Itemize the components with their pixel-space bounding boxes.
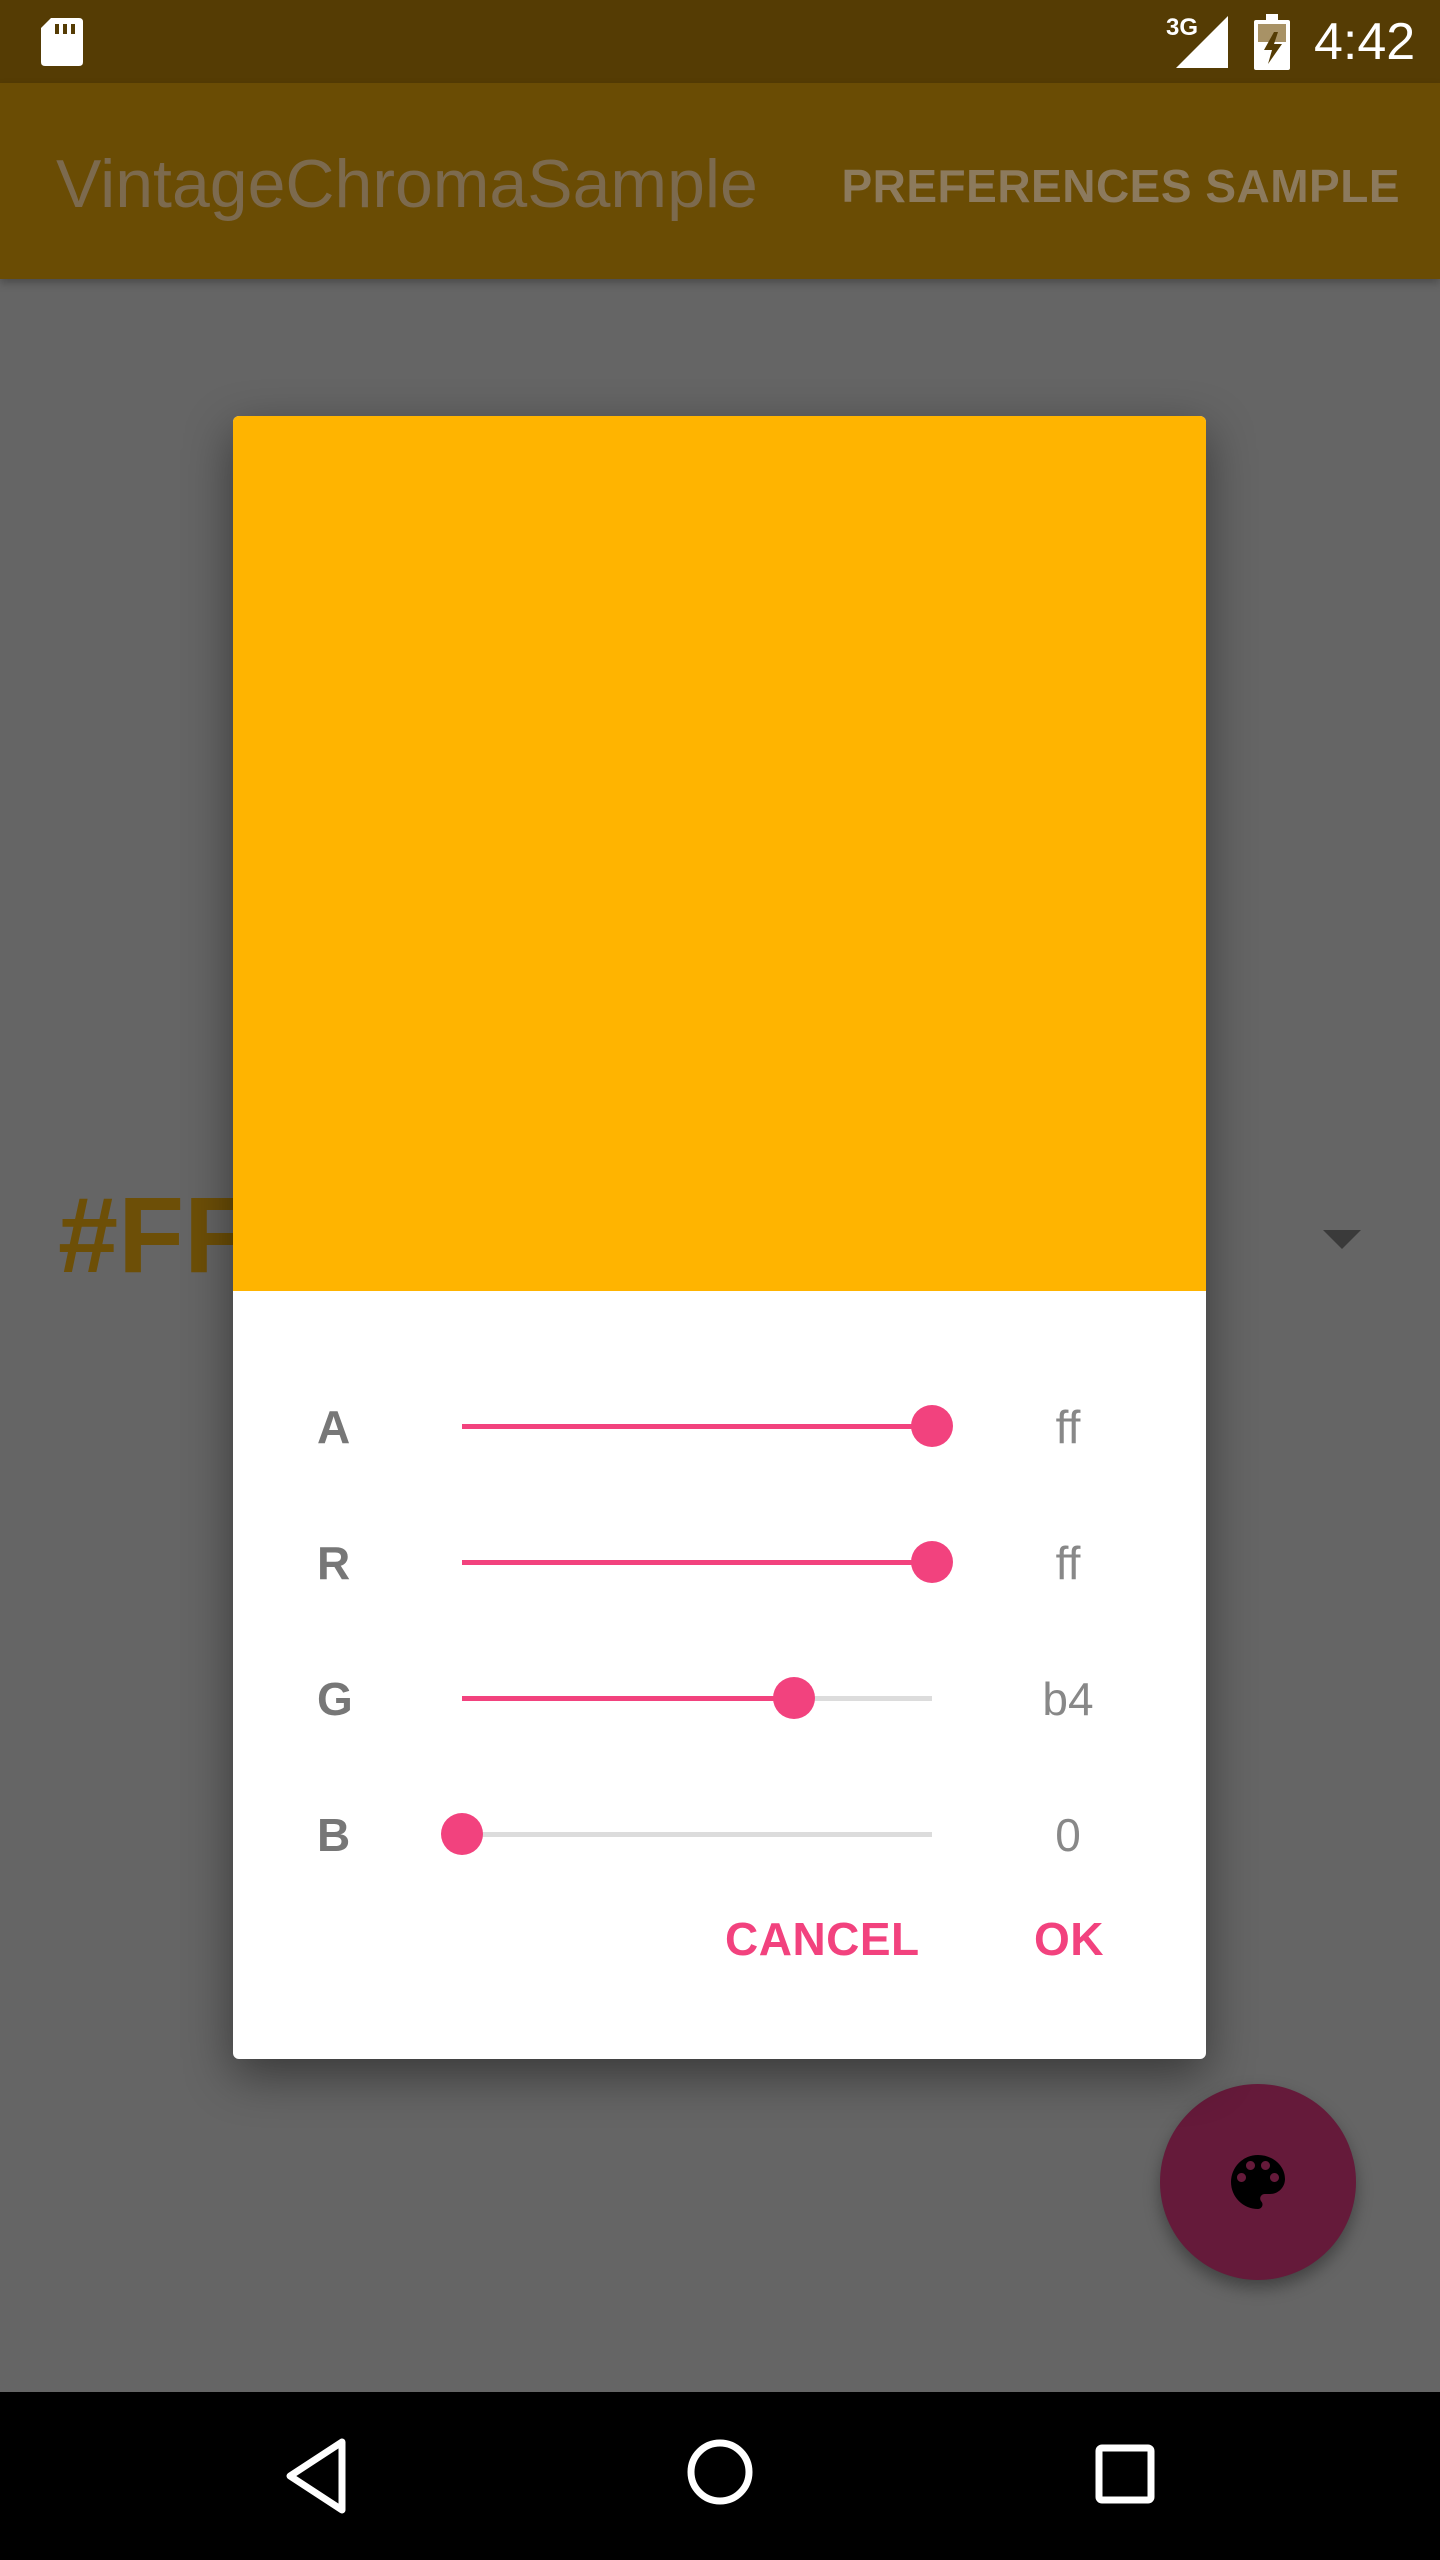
- channel-slider-fill: [462, 1560, 932, 1565]
- palette-icon: [1231, 2155, 1285, 2209]
- back-icon[interactable]: [282, 2436, 348, 2516]
- preferences-sample-button[interactable]: PREFERENCES SAMPLE: [841, 159, 1400, 213]
- recents-icon[interactable]: [1095, 2444, 1155, 2504]
- navigation-bar: [0, 2392, 1440, 2560]
- channel-slider-fill: [462, 1696, 794, 1701]
- channel-row-g: Gb4: [233, 1648, 1206, 1748]
- channel-slider-track[interactable]: [462, 1832, 932, 1837]
- palette-fab-button[interactable]: [1160, 2084, 1356, 2280]
- cancel-button[interactable]: CANCEL: [725, 1912, 920, 1966]
- channel-value: ff: [1055, 1537, 1081, 1589]
- channel-slider-track[interactable]: [462, 1560, 932, 1565]
- channel-slider-thumb[interactable]: [911, 1405, 953, 1447]
- channel-slider-thumb[interactable]: [911, 1541, 953, 1583]
- ok-button[interactable]: OK: [1034, 1912, 1104, 1966]
- channel-value: 0: [1055, 1809, 1081, 1861]
- app-title: VintageChromaSample: [56, 146, 758, 222]
- status-bar: 3G 4:42: [0, 0, 1440, 83]
- sd-card-icon: [41, 18, 83, 66]
- channel-label: B: [317, 1809, 351, 1861]
- battery-charging-icon: [1254, 14, 1290, 70]
- channel-slider-thumb[interactable]: [772, 1677, 815, 1719]
- color-preview: [233, 416, 1206, 1291]
- channel-slider-track[interactable]: [462, 1696, 932, 1701]
- signal-icon: [1176, 16, 1228, 68]
- channel-row-a: Aff: [233, 1376, 1206, 1476]
- channel-value: b4: [1042, 1673, 1094, 1725]
- color-picker-dialog: Aff Rff Gb4 B 0 CANCEL OK: [233, 416, 1206, 2059]
- channel-slider-track[interactable]: [462, 1424, 932, 1429]
- color-hex-value: #FF: [58, 1174, 251, 1295]
- channel-row-r: Rff: [233, 1512, 1206, 1612]
- channel-row-b: B0: [233, 1784, 1206, 1884]
- home-icon[interactable]: [686, 2438, 754, 2506]
- dropdown-arrow-icon[interactable]: [1323, 1230, 1361, 1249]
- channel-label: R: [317, 1537, 351, 1589]
- channel-slider-fill: [462, 1424, 932, 1429]
- app-bar: VintageChromaSample PREFERENCES SAMPLE: [0, 83, 1440, 279]
- channel-slider-thumb[interactable]: [441, 1813, 483, 1855]
- channel-label: A: [317, 1401, 351, 1453]
- clock: 4:42: [1314, 13, 1416, 71]
- channel-value: ff: [1055, 1401, 1081, 1453]
- channel-label: G: [317, 1673, 353, 1725]
